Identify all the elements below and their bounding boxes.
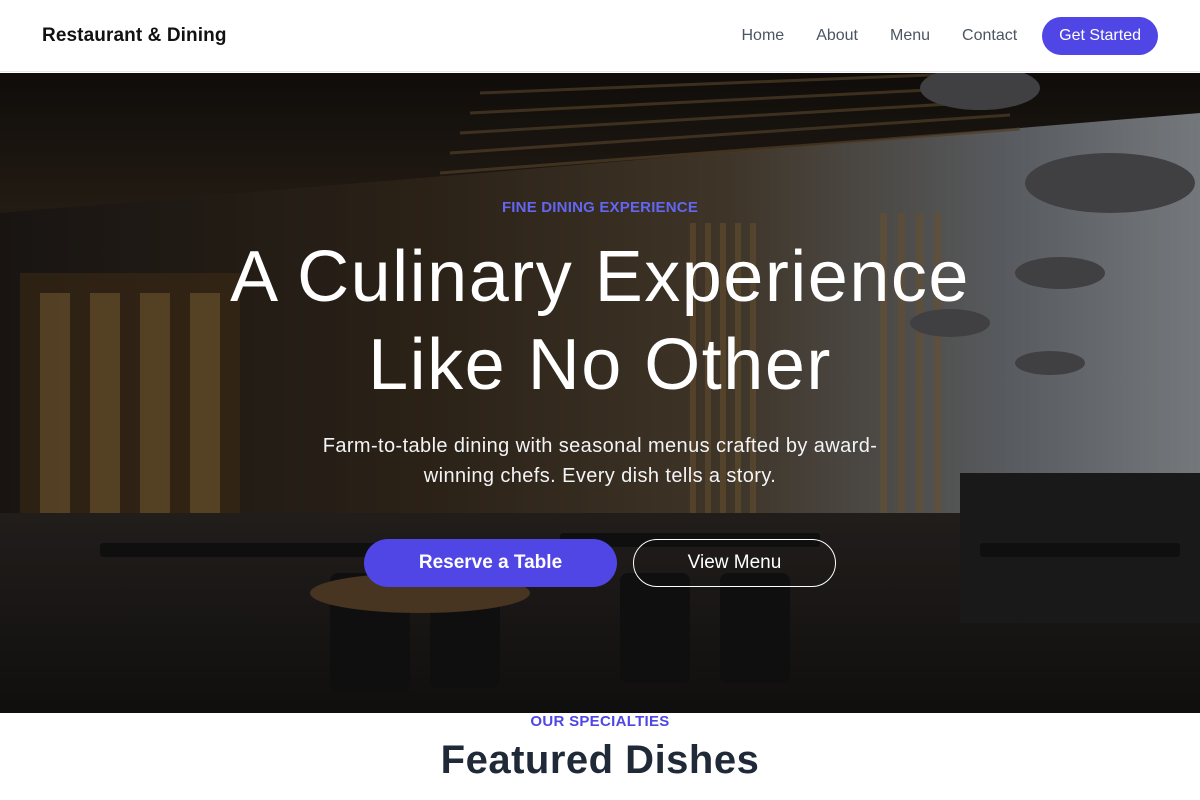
hero-content: FINE DINING EXPERIENCE A Culinary Experi… (0, 73, 1200, 713)
navbar: Restaurant & Dining Home About Menu Cont… (0, 0, 1200, 72)
nav-link-menu[interactable]: Menu (890, 27, 930, 45)
hero-eyebrow: FINE DINING EXPERIENCE (501, 199, 699, 216)
hero-title-line-2: Like No Other (368, 325, 832, 405)
hero-actions: Reserve a Table View Menu (0, 539, 1200, 587)
view-menu-button[interactable]: View Menu (633, 539, 836, 587)
hero-title: A Culinary Experience Like No Other (0, 233, 1200, 409)
hero-subtitle: Farm-to-table dining with seasonal menus… (322, 435, 878, 487)
reserve-table-button[interactable]: Reserve a Table (364, 539, 617, 587)
hero-title-line-1: A Culinary Experience (230, 237, 970, 317)
section-eyebrow: OUR SPECIALTIES (530, 713, 670, 730)
nav-link-home[interactable]: Home (742, 27, 785, 45)
brand-logo[interactable]: Restaurant & Dining (42, 25, 227, 47)
hero-section: FINE DINING EXPERIENCE A Culinary Experi… (0, 73, 1200, 713)
nav-links: Home About Menu Contact (742, 27, 1018, 45)
get-started-button[interactable]: Get Started (1042, 16, 1158, 55)
section-title: Featured Dishes (440, 738, 760, 782)
nav-link-contact[interactable]: Contact (962, 27, 1017, 45)
nav-link-about[interactable]: About (816, 27, 858, 45)
